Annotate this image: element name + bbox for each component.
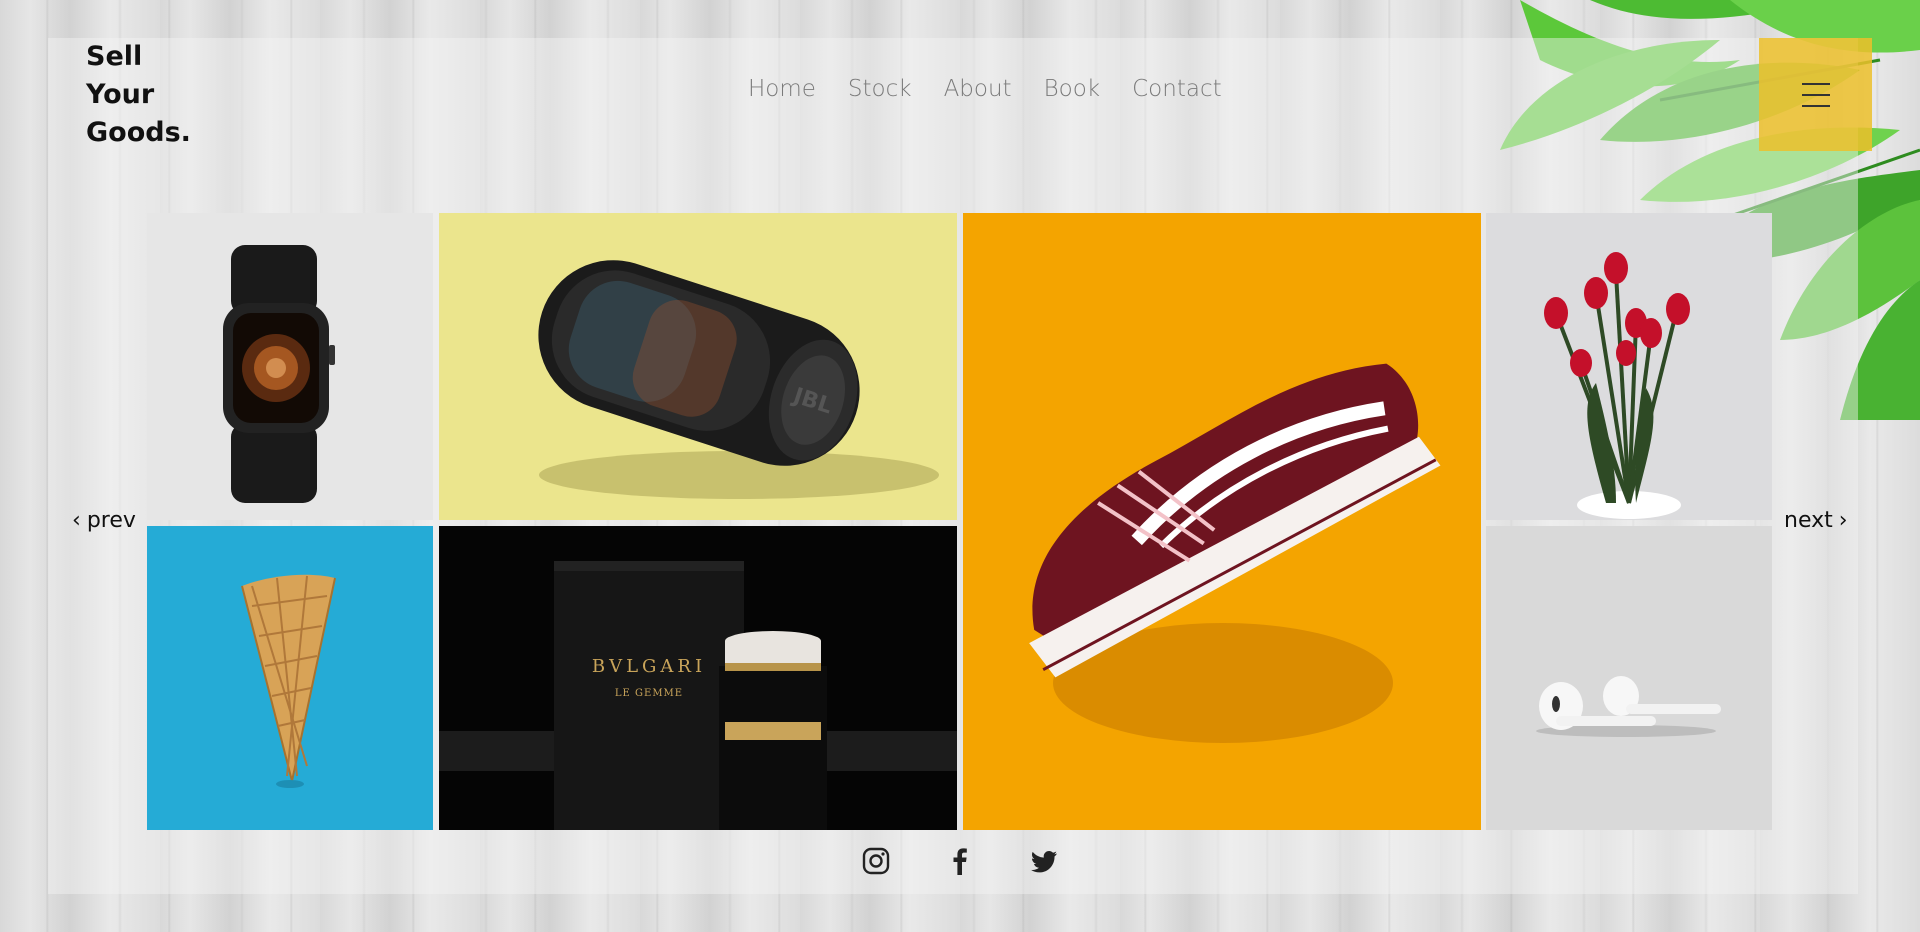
instagram-link[interactable] xyxy=(860,845,892,877)
sneaker-image xyxy=(963,213,1481,830)
brand-line-1: Sell xyxy=(86,41,143,72)
next-label: next xyxy=(1784,508,1833,533)
gallery-item-sneaker[interactable] xyxy=(963,213,1481,830)
hamburger-icon xyxy=(1801,82,1830,107)
prev-label: prev xyxy=(86,508,136,533)
prev-button[interactable]: ‹ prev xyxy=(72,508,136,533)
twitter-icon xyxy=(1031,851,1057,873)
perfume-box-subtitle: LE GEMME xyxy=(615,688,683,699)
twitter-link[interactable] xyxy=(1028,845,1060,877)
earbuds-image xyxy=(1486,526,1772,830)
brand-logo[interactable]: Sell Your Goods. xyxy=(86,38,226,152)
nav-stock[interactable]: Stock xyxy=(848,76,912,102)
ice-cream-cone-image xyxy=(147,526,433,830)
gallery-item-ice-cream-cone[interactable] xyxy=(147,526,433,830)
nav-home[interactable]: Home xyxy=(748,76,816,102)
instagram-icon xyxy=(862,847,890,875)
menu-button[interactable] xyxy=(1759,38,1872,151)
facebook-icon xyxy=(953,848,967,875)
facebook-link[interactable] xyxy=(944,845,976,877)
social-links xyxy=(860,845,1060,877)
perfume-box-brand: BVLGARI xyxy=(592,656,706,677)
nav-book[interactable]: Book xyxy=(1044,76,1101,102)
tulips-image xyxy=(1486,213,1772,520)
main-nav: Home Stock About Book Contact xyxy=(748,76,1254,102)
gallery-item-earbuds[interactable] xyxy=(1486,526,1772,830)
speaker-image: JBL xyxy=(439,213,957,520)
gallery-item-tulips[interactable] xyxy=(1486,213,1772,520)
nav-contact[interactable]: Contact xyxy=(1132,76,1221,102)
brand-line-3: Goods. xyxy=(86,117,191,148)
product-gallery: JBL BVLGARI LE GEMME xyxy=(147,213,1772,830)
gallery-item-watch[interactable] xyxy=(147,213,433,520)
chevron-right-icon: › xyxy=(1838,507,1848,533)
gallery-item-perfume[interactable]: BVLGARI LE GEMME xyxy=(439,526,957,830)
brand-line-2: Your xyxy=(86,79,155,110)
watch-image xyxy=(147,213,433,520)
perfume-image: BVLGARI LE GEMME xyxy=(439,526,957,830)
chevron-left-icon: ‹ xyxy=(72,507,81,533)
nav-about[interactable]: About xyxy=(944,76,1012,102)
gallery-item-speaker[interactable]: JBL xyxy=(439,213,957,520)
next-button[interactable]: next › xyxy=(1784,508,1848,533)
